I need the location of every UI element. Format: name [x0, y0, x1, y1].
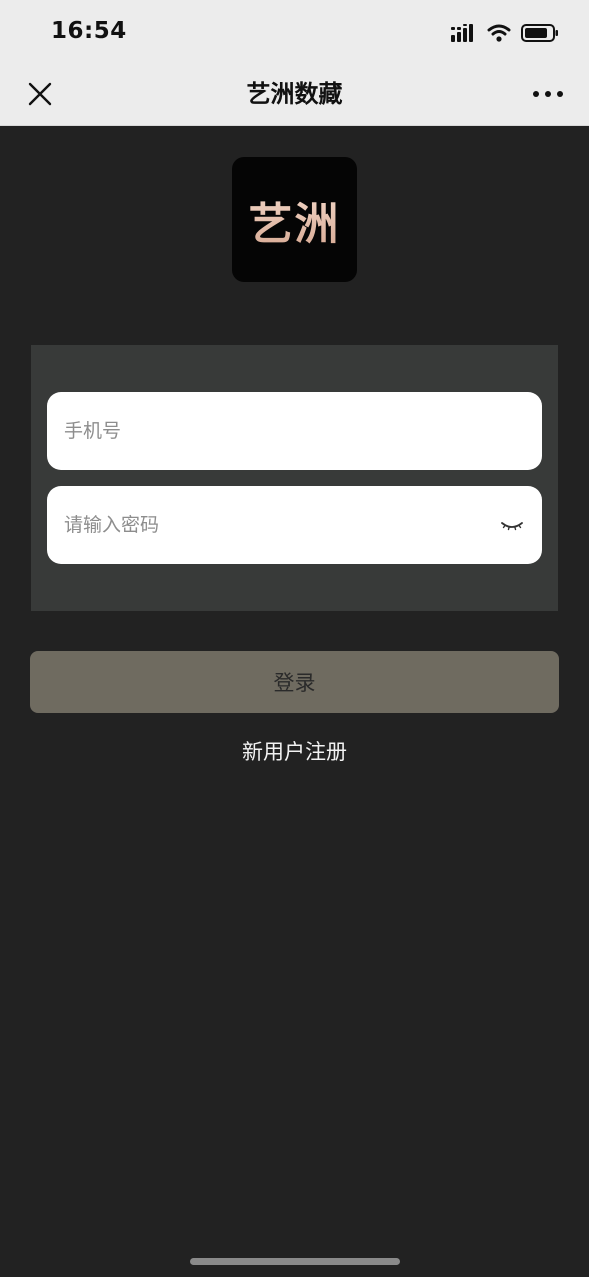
password-field — [47, 486, 542, 564]
top-bar: 16:54 艺洲数藏 — [0, 0, 589, 126]
page-title: 艺洲数藏 — [246, 80, 343, 108]
battery-icon — [521, 24, 558, 42]
signal-icon — [451, 24, 473, 42]
password-input[interactable] — [64, 486, 500, 564]
wifi-icon — [487, 24, 511, 42]
eye-closed-icon[interactable] — [500, 517, 524, 533]
app-logo: 艺洲 — [232, 157, 357, 282]
status-time: 16:54 — [51, 18, 127, 44]
more-button[interactable] — [531, 80, 565, 108]
register-link[interactable]: 新用户注册 — [0, 737, 589, 767]
login-button[interactable]: 登录 — [30, 651, 559, 713]
home-indicator — [190, 1258, 400, 1265]
more-icon — [533, 91, 563, 97]
logo-text: 艺洲 — [249, 188, 341, 252]
login-form — [31, 345, 558, 611]
phone-input[interactable] — [64, 392, 524, 470]
phone-field — [47, 392, 542, 470]
status-icons — [451, 22, 559, 44]
